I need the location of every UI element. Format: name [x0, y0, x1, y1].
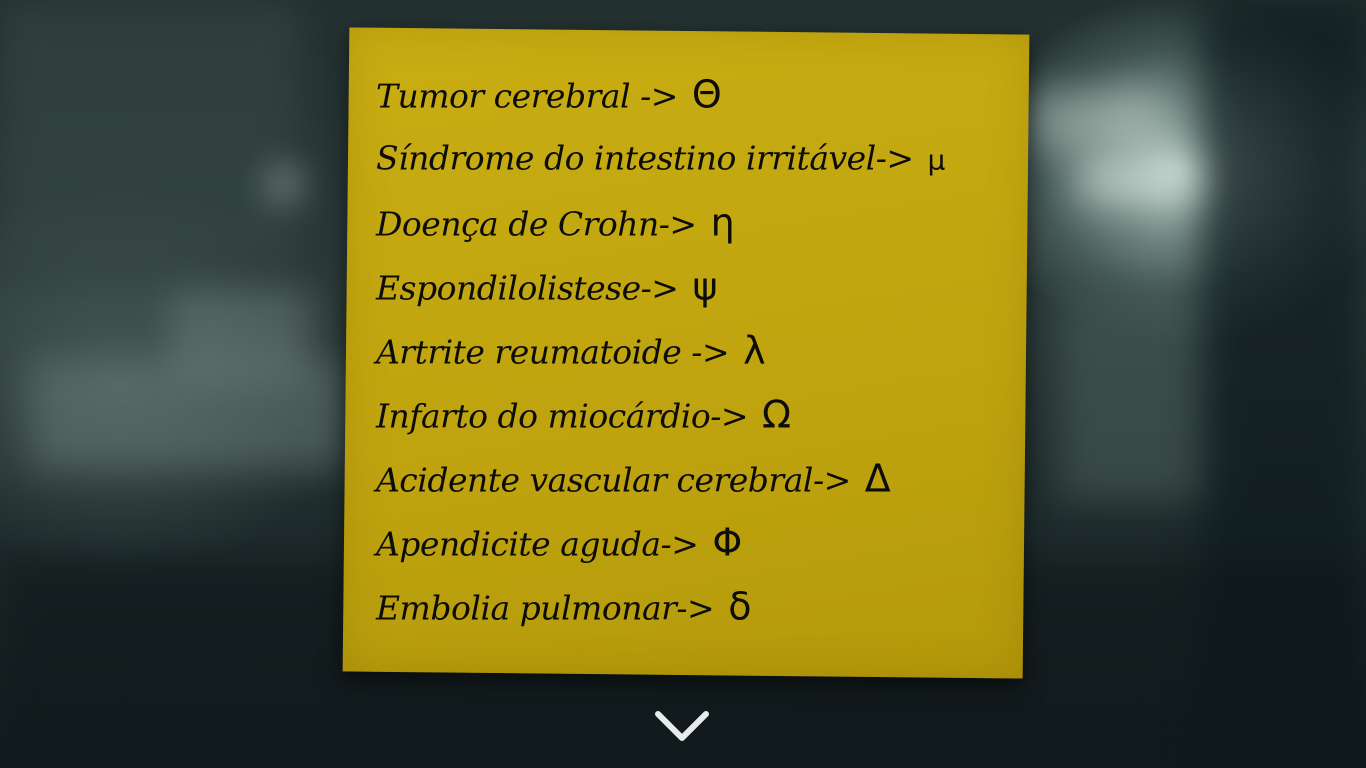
disease-label: Doença de Crohn->	[375, 204, 697, 244]
background-shape	[1030, 90, 1160, 150]
background-light	[270, 170, 298, 198]
greek-symbol: Φ	[712, 520, 742, 565]
greek-symbol: λ	[743, 328, 766, 373]
background-light	[1080, 160, 1200, 200]
disease-label: Tumor cerebral ->	[375, 76, 678, 116]
chevron-down-icon	[655, 711, 709, 741]
disease-label: Apendicite aguda->	[375, 524, 699, 564]
note-entry-list: Tumor cerebral -> Θ Síndrome do intestino…	[376, 69, 945, 645]
note-entry: Doença de Crohn-> η	[376, 197, 945, 261]
note-entry: Apendicite aguda-> Φ	[376, 517, 945, 581]
greek-symbol: Θ	[691, 72, 722, 117]
greek-symbol: ψ	[692, 264, 718, 309]
sticky-note: Tumor cerebral -> Θ Síndrome do intestino…	[342, 27, 1030, 679]
disease-label: Síndrome do intestino irritável->	[375, 138, 914, 178]
greek-symbol: μ	[927, 143, 945, 177]
background-shape	[0, 0, 300, 260]
note-entry: Artrite reumatoide -> λ	[376, 325, 945, 389]
greek-symbol: Δ	[864, 456, 891, 501]
close-note-button[interactable]	[652, 706, 712, 746]
disease-label: Infarto do miocárdio->	[375, 396, 749, 436]
background-shape	[170, 290, 310, 380]
note-entry: Espondilolistese-> ψ	[376, 261, 945, 325]
note-entry: Tumor cerebral -> Θ	[376, 69, 945, 133]
disease-label: Espondilolistese->	[375, 268, 679, 308]
note-entry: Infarto do miocárdio-> Ω	[376, 389, 945, 453]
greek-symbol: δ	[728, 584, 751, 629]
note-entry: Embolia pulmonar-> δ	[376, 581, 945, 645]
disease-label: Acidente vascular cerebral->	[375, 460, 851, 500]
note-entry: Síndrome do intestino irritável-> μ	[376, 133, 945, 197]
greek-symbol: Ω	[762, 392, 791, 437]
disease-label: Embolia pulmonar->	[375, 588, 715, 628]
disease-label: Artrite reumatoide ->	[375, 332, 730, 372]
greek-symbol: η	[710, 200, 735, 245]
note-entry: Acidente vascular cerebral-> Δ	[376, 453, 945, 517]
background-shape	[1060, 300, 1220, 500]
